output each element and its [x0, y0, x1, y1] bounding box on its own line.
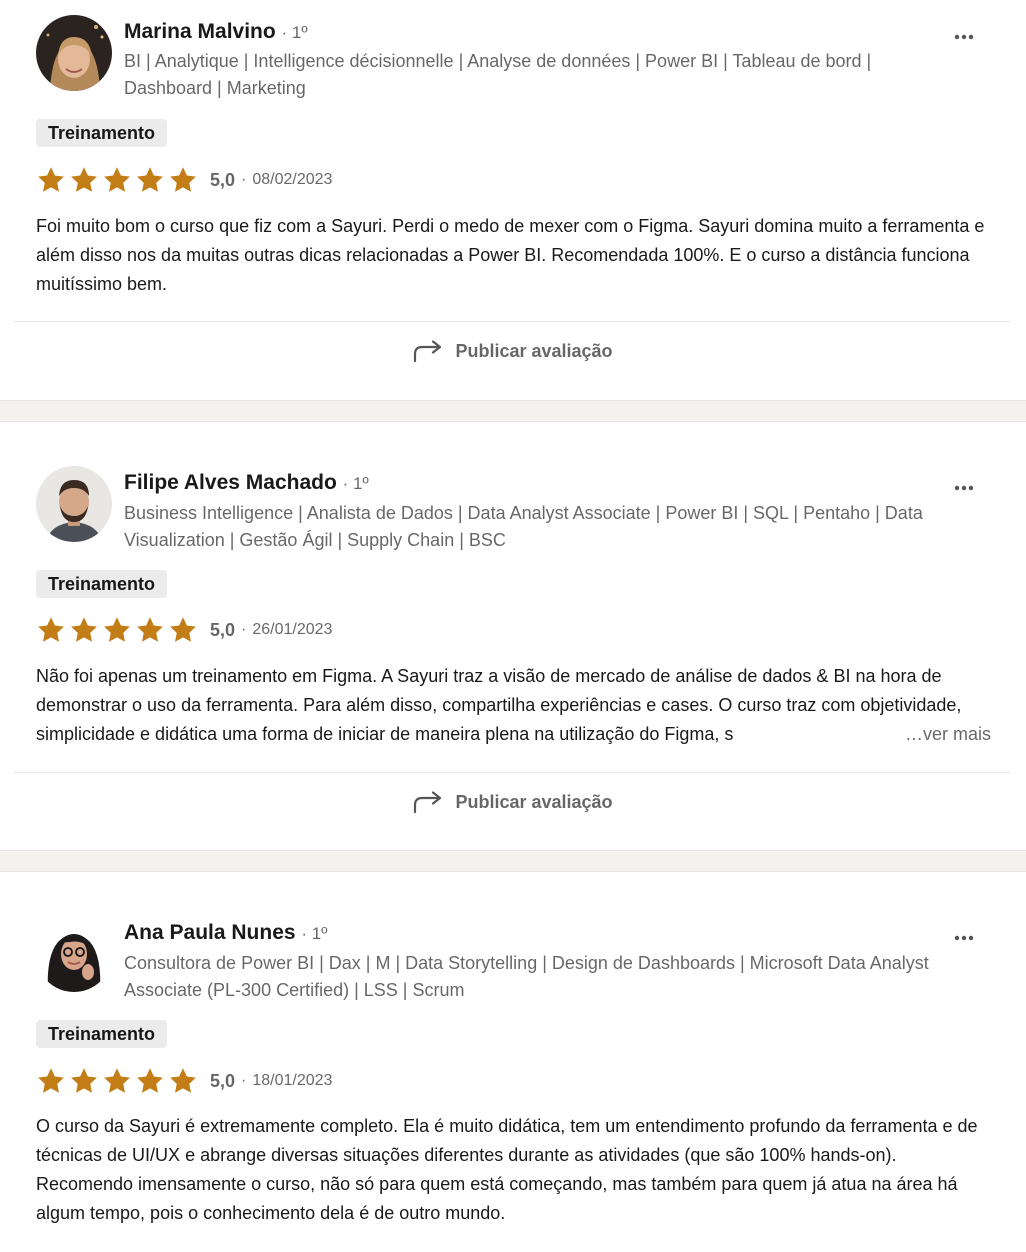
divider: [14, 321, 1010, 322]
star-icon: [137, 617, 163, 642]
more-horizontal-icon: [954, 485, 974, 491]
publish-review-label: Publicar avaliação: [455, 340, 613, 361]
star-icon: [104, 617, 130, 642]
service-tag: Treinamento: [36, 570, 168, 598]
star-icon: [71, 167, 97, 192]
star-icon: [170, 1068, 196, 1093]
service-tag: Treinamento: [36, 119, 168, 147]
avatar[interactable]: [36, 15, 112, 91]
reviewer-headline: Consultora de Power BI | Dax | M | Data …: [124, 953, 929, 1000]
separator-dot: ·: [241, 621, 247, 638]
review-card: Ana Paula Nunes · 1º Consultora de Power…: [0, 872, 1026, 1252]
rating-row: 5,0 · 18/01/2023: [36, 1066, 332, 1096]
star-icon: [38, 617, 64, 642]
connection-degree: · 1º: [281, 23, 308, 42]
review-card: Filipe Alves Machado · 1º Business Intel…: [0, 422, 1026, 850]
star-icon: [71, 1068, 97, 1093]
star-icon: [104, 167, 130, 192]
star-rating: [36, 615, 198, 645]
star-icon: [71, 617, 97, 642]
rating-row: 5,0 · 26/01/2023: [36, 615, 332, 645]
star-icon: [137, 167, 163, 192]
review-text: Não foi apenas um treinamento em Figma. …: [36, 666, 962, 744]
more-horizontal-icon: [954, 935, 974, 941]
reviewer-headline: Business Intelligence | Analista de Dado…: [124, 503, 923, 550]
card-gap: [0, 400, 1026, 422]
avatar[interactable]: [36, 916, 112, 992]
share-arrow-icon: [414, 340, 442, 362]
more-options-button[interactable]: [952, 926, 976, 950]
rating-row: 5,0 · 08/02/2023: [36, 165, 332, 195]
star-rating: [36, 165, 198, 195]
more-horizontal-icon: [954, 34, 974, 40]
rating-value: 5,0: [210, 619, 236, 640]
divider: [14, 772, 1010, 773]
star-rating: [36, 1066, 198, 1096]
review-date: 18/01/2023: [252, 1072, 333, 1089]
share-arrow-icon: [414, 791, 442, 813]
star-icon: [170, 617, 196, 642]
connection-degree: · 1º: [342, 474, 369, 493]
connection-degree: · 1º: [301, 924, 328, 943]
star-icon: [38, 1068, 64, 1093]
reviewer-name[interactable]: Filipe Alves Machado: [124, 471, 337, 494]
publish-review-button[interactable]: Publicar avaliação: [0, 336, 1026, 366]
star-icon: [137, 1068, 163, 1093]
review-text: O curso da Sayuri é extremamente complet…: [36, 1116, 978, 1223]
review-date: 26/01/2023: [252, 621, 333, 638]
reviewer-headline: BI | Analytique | Intelligence décisionn…: [124, 51, 872, 98]
reviewer-name[interactable]: Marina Malvino: [124, 20, 276, 43]
publish-review-button[interactable]: Publicar avaliação: [0, 787, 1026, 817]
separator-dot: ·: [241, 1072, 247, 1089]
review-card: Marina Malvino · 1º BI | Analytique | In…: [0, 0, 1026, 400]
review-text-container: Não foi apenas um treinamento em Figma. …: [36, 662, 991, 749]
rating-value: 5,0: [210, 169, 236, 190]
avatar[interactable]: [36, 466, 112, 542]
star-icon: [38, 167, 64, 192]
more-options-button[interactable]: [952, 476, 976, 500]
publish-review-label: Publicar avaliação: [455, 791, 613, 812]
see-more-link[interactable]: …ver mais: [902, 720, 991, 749]
service-tag: Treinamento: [36, 1020, 168, 1048]
review-text: Foi muito bom o curso que fiz com a Sayu…: [36, 216, 985, 294]
review-date: 08/02/2023: [252, 171, 333, 188]
reviewer-name[interactable]: Ana Paula Nunes: [124, 921, 296, 944]
rating-value: 5,0: [210, 1070, 236, 1091]
star-icon: [104, 1068, 130, 1093]
star-icon: [170, 167, 196, 192]
separator-dot: ·: [241, 171, 247, 188]
card-gap: [0, 850, 1026, 872]
more-options-button[interactable]: [952, 25, 976, 49]
